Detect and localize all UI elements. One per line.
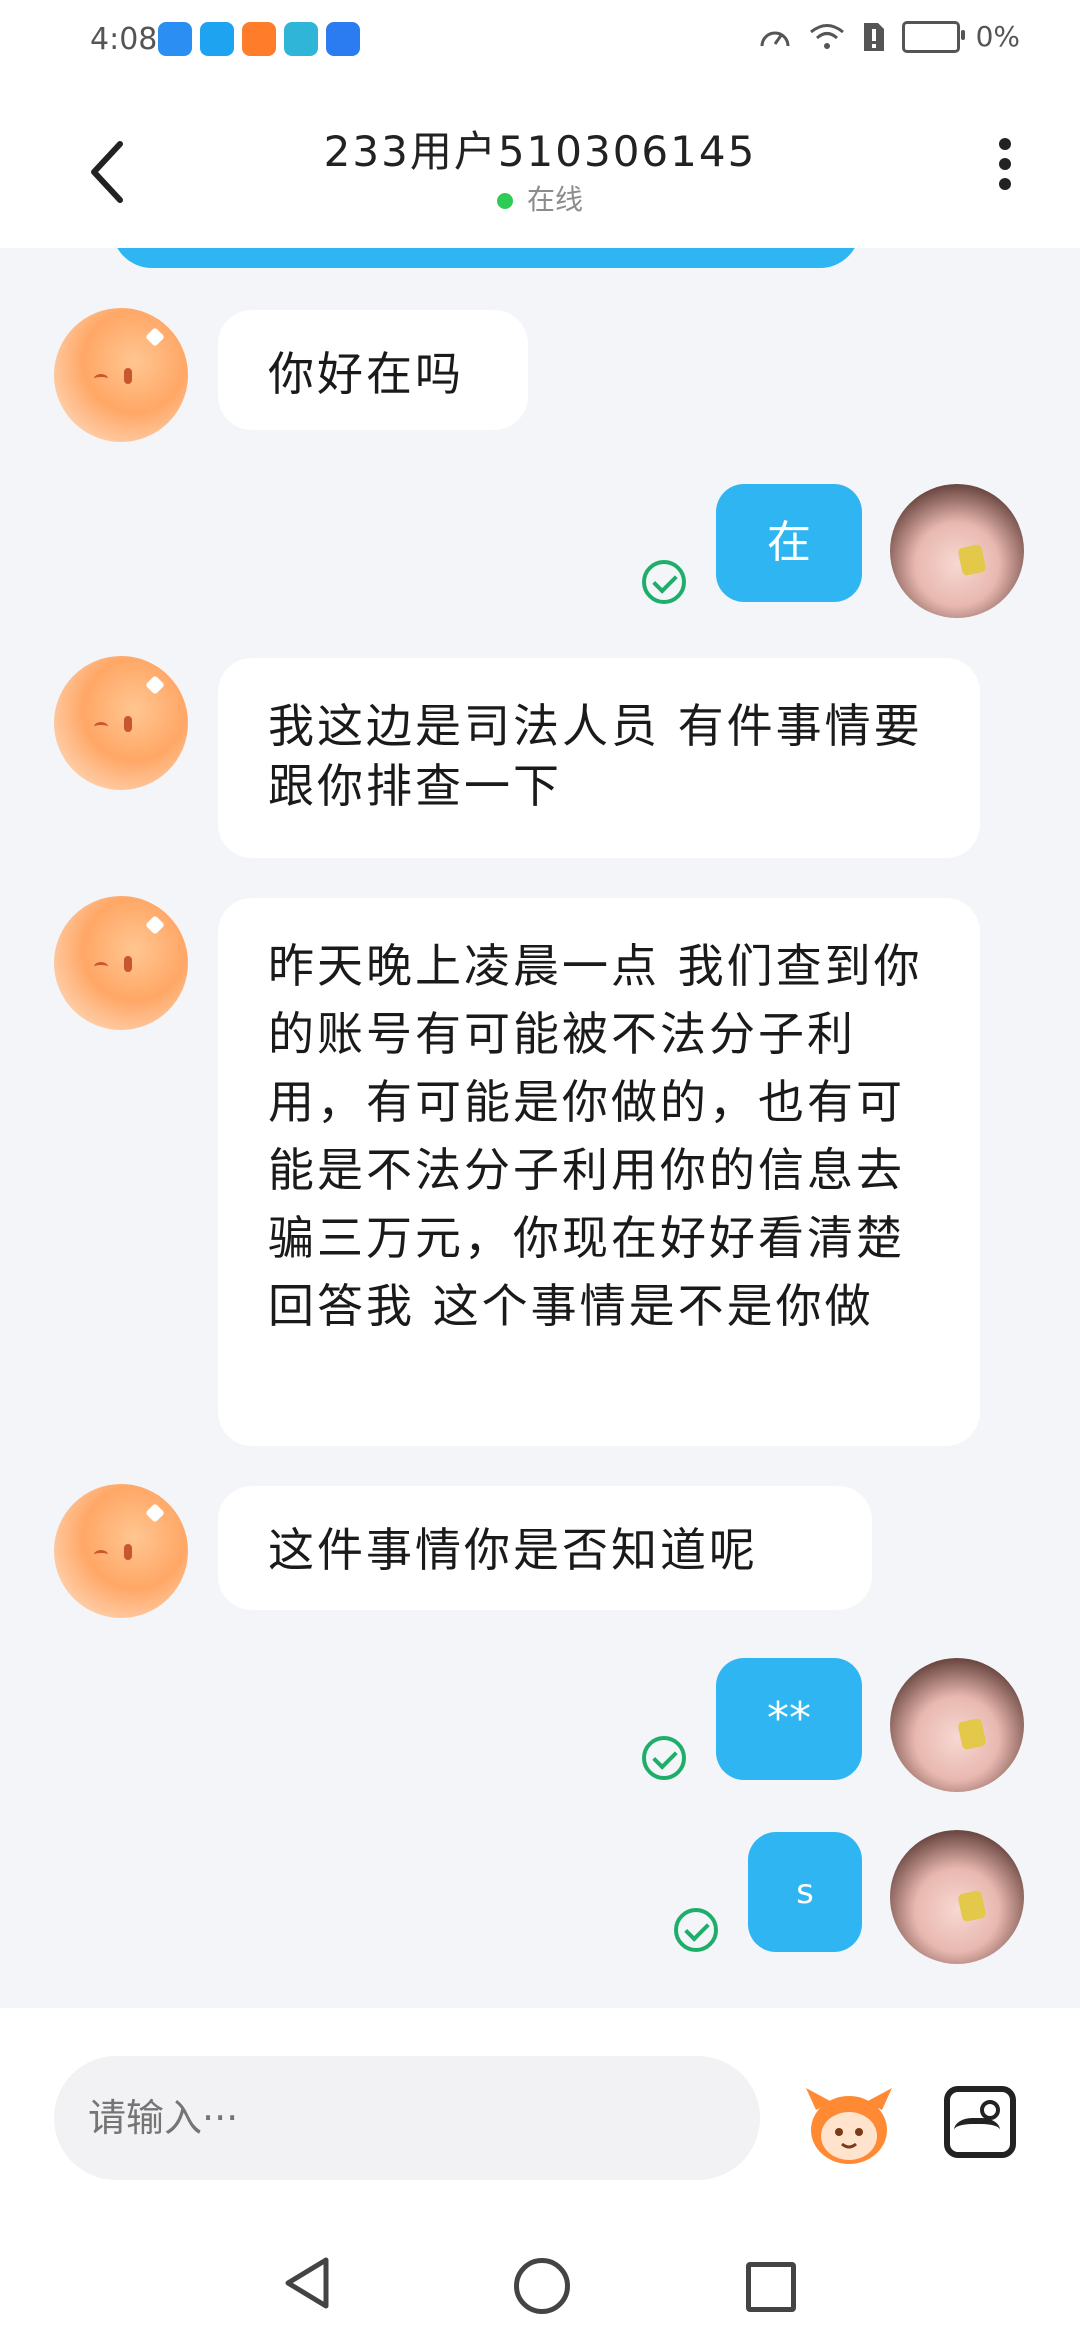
online-status-label: 在线 [526, 183, 583, 216]
sent-check-icon [642, 1736, 686, 1780]
online-status: 在线 [0, 178, 1080, 218]
status-time: 4:08 [90, 22, 158, 57]
weather-app-icon [158, 22, 192, 56]
sim-alert-icon [863, 22, 884, 51]
partial-message-bubble [112, 248, 860, 268]
cloud-app-icon [200, 22, 234, 56]
image-mountain-icon [954, 2118, 1000, 2148]
user-avatar[interactable] [890, 484, 1024, 618]
received-message[interactable]: 你好在吗 [218, 310, 528, 430]
nav-recents-icon[interactable] [746, 2262, 796, 2312]
received-message[interactable]: 我这边是司法人员 有件事情要跟你排查一下 [218, 658, 980, 858]
bulb-app-icon [326, 22, 360, 56]
emoji-button[interactable] [802, 2080, 896, 2168]
nav-back-icon[interactable] [282, 2256, 332, 2310]
input-bar [0, 2008, 1080, 2228]
reader-app-icon [284, 22, 318, 56]
sent-message[interactable]: 在 [716, 484, 862, 602]
status-bar: 4:08 0% [0, 0, 1080, 90]
received-message[interactable]: 这件事情你是否知道呢 [218, 1486, 872, 1610]
chat-header: 233用户510306145 在线 [0, 90, 1080, 248]
nav-home-icon[interactable] [514, 2258, 570, 2314]
user-avatar[interactable] [890, 1830, 1024, 1964]
sent-check-icon [674, 1908, 718, 1952]
contact-avatar[interactable] [54, 896, 188, 1030]
system-nav-bar [0, 2228, 1080, 2340]
contact-name: 233用户510306145 [323, 127, 757, 176]
image-button[interactable] [944, 2086, 1016, 2158]
dot-icon [999, 158, 1011, 170]
sent-message[interactable]: s [748, 1832, 862, 1952]
online-dot-icon [496, 193, 513, 209]
video-app-icon [242, 22, 276, 56]
message-input[interactable] [54, 2056, 760, 2180]
user-avatar[interactable] [890, 1658, 1024, 1792]
wifi-icon [809, 23, 844, 49]
battery-icon [901, 20, 965, 53]
dot-icon [999, 138, 1011, 150]
message-list[interactable]: 你好在吗 在 我这边是司法人员 有件事情要跟你排查一下 昨天晚上凌晨一点 我们查… [0, 248, 1080, 2008]
battery-level: 0% [975, 20, 1020, 53]
contact-avatar[interactable] [54, 308, 188, 442]
status-right: 0% [758, 20, 1020, 53]
received-message[interactable]: 昨天晚上凌晨一点 我们查到你的账号有可能被不法分子利用，有可能是你做的，也有可能… [218, 898, 980, 1446]
sent-check-icon [642, 560, 686, 604]
sticker-mascot-icon [806, 2088, 892, 2164]
more-options-button[interactable] [990, 130, 1020, 210]
image-sun-icon [980, 2100, 1000, 2120]
dot-icon [999, 178, 1011, 190]
contact-avatar[interactable] [54, 656, 188, 790]
sent-message[interactable]: ** [716, 1658, 862, 1780]
speed-icon [760, 31, 790, 46]
notification-icons [158, 22, 360, 56]
contact-avatar[interactable] [54, 1484, 188, 1618]
